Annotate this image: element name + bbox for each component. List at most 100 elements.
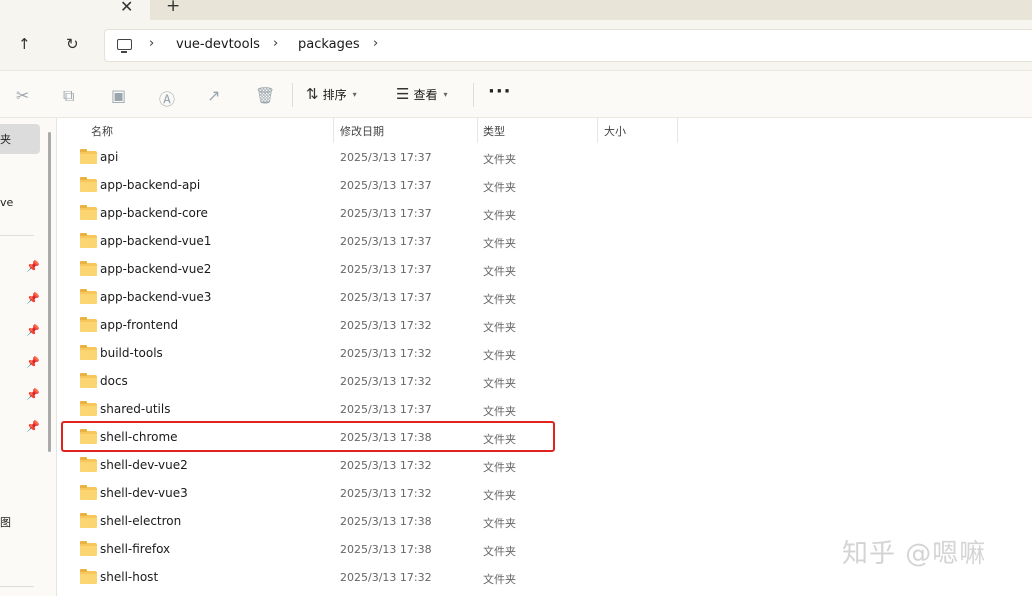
nav-item-label[interactable]: 图 [0, 514, 11, 530]
this-pc-icon[interactable] [117, 39, 132, 53]
column-divider[interactable] [677, 118, 678, 143]
nav-item-label: 夹 [0, 133, 11, 146]
table-row[interactable]: build-tools 2025/3/13 17:32 文件夹 [61, 339, 551, 367]
pin-icon[interactable]: 📌 [26, 292, 40, 305]
table-row[interactable]: shell-electron 2025/3/13 17:38 文件夹 [61, 507, 551, 535]
column-divider[interactable] [477, 118, 478, 143]
sort-ascending-icon: ⌃ [205, 118, 213, 123]
file-name: app-backend-vue2 [100, 262, 212, 276]
table-row[interactable]: shell-dev-vue2 2025/3/13 17:32 文件夹 [61, 451, 551, 479]
file-date: 2025/3/13 17:37 [340, 207, 432, 220]
file-date: 2025/3/13 17:32 [340, 459, 432, 472]
close-tab-icon[interactable]: ✕ [120, 0, 133, 16]
column-divider[interactable] [333, 118, 334, 143]
breadcrumb-vue-devtools[interactable]: vue-devtools [176, 37, 260, 52]
file-type: 文件夹 [483, 405, 516, 418]
file-name: shell-host [100, 570, 159, 584]
sort-label: 排序 [322, 87, 347, 102]
nav-item-selected[interactable]: 夹 [0, 124, 40, 154]
file-type: 文件夹 [483, 181, 516, 194]
chevron-right-icon[interactable]: › [373, 36, 378, 51]
file-date: 2025/3/13 17:32 [340, 487, 432, 500]
table-row[interactable]: app-backend-vue3 2025/3/13 17:37 文件夹 [61, 283, 551, 311]
view-label: 查看 [413, 87, 438, 102]
address-bar[interactable]: › vue-devtools › packages › [104, 29, 1032, 62]
file-type: 文件夹 [483, 377, 516, 390]
paste-icon[interactable]: ▣ [111, 86, 126, 105]
copy-icon[interactable]: ⧉ [63, 86, 74, 106]
column-header-size[interactable]: 大小 [604, 123, 626, 139]
column-header-name[interactable]: 名称 [91, 123, 113, 139]
folder-icon [80, 233, 97, 248]
file-type: 文件夹 [483, 209, 516, 222]
file-type: 文件夹 [483, 293, 516, 306]
table-row[interactable]: app-backend-vue2 2025/3/13 17:37 文件夹 [61, 255, 551, 283]
file-name: shell-electron [100, 514, 182, 528]
file-name: app-frontend [100, 318, 179, 332]
breadcrumb-packages[interactable]: packages [298, 37, 360, 52]
file-date: 2025/3/13 17:32 [340, 375, 432, 388]
file-type: 文件夹 [483, 573, 516, 586]
column-header-date[interactable]: 修改日期 [340, 123, 384, 139]
file-name: app-backend-vue3 [100, 290, 212, 304]
command-bar: ✂ ⧉ ▣ Ⓐ ↗ 🗑 ⇅ 排序 ▾ ☰ 查看 ▾ ··· [0, 70, 1032, 118]
folder-icon [80, 513, 97, 528]
table-row[interactable]: api 2025/3/13 17:37 文件夹 [61, 143, 551, 171]
active-tab[interactable]: ✕ [0, 0, 150, 20]
file-date: 2025/3/13 17:37 [340, 151, 432, 164]
navigation-pane: 夹 ve 📌 📌 📌 📌 📌 📌 图 [0, 118, 56, 596]
file-type: 文件夹 [483, 349, 516, 362]
file-name: docs [100, 374, 128, 388]
column-header-type[interactable]: 类型 [483, 123, 505, 139]
file-date: 2025/3/13 17:32 [340, 571, 432, 584]
sort-button[interactable]: ⇅ 排序 ▾ [306, 85, 357, 103]
refresh-icon[interactable]: ↻ [66, 35, 79, 53]
nav-item-label[interactable]: ve [0, 196, 13, 209]
pin-icon[interactable]: 📌 [26, 388, 40, 401]
share-icon[interactable]: ↗ [207, 86, 220, 105]
column-divider[interactable] [597, 118, 598, 143]
chevron-down-icon: ▾ [352, 89, 357, 99]
file-name: shell-dev-vue3 [100, 486, 188, 500]
cut-icon[interactable]: ✂ [16, 86, 29, 105]
sort-icon: ⇅ [306, 85, 319, 103]
file-name: shell-firefox [100, 542, 171, 556]
table-row[interactable]: app-frontend 2025/3/13 17:32 文件夹 [61, 311, 551, 339]
delete-icon[interactable]: 🗑 [255, 86, 275, 105]
pin-icon[interactable]: 📌 [26, 356, 40, 369]
rename-icon[interactable]: Ⓐ [159, 86, 175, 110]
table-row[interactable]: app-backend-vue1 2025/3/13 17:37 文件夹 [61, 227, 551, 255]
file-type: 文件夹 [483, 321, 516, 334]
chevron-down-icon: ▾ [443, 89, 448, 99]
view-button[interactable]: ☰ 查看 ▾ [396, 85, 447, 103]
table-row[interactable]: docs 2025/3/13 17:32 文件夹 [61, 367, 551, 395]
chevron-right-icon[interactable]: › [273, 36, 278, 51]
nav-scrollbar[interactable] [48, 132, 51, 452]
file-name: app-backend-vue1 [100, 234, 212, 248]
address-row: ↑ ↻ › vue-devtools › packages › [0, 20, 1032, 70]
folder-icon [80, 373, 97, 388]
table-row[interactable]: shell-dev-vue3 2025/3/13 17:32 文件夹 [61, 479, 551, 507]
folder-icon [80, 289, 97, 304]
table-row[interactable]: shell-firefox 2025/3/13 17:38 文件夹 [61, 535, 551, 563]
up-icon[interactable]: ↑ [18, 35, 31, 53]
table-row[interactable]: shell-host 2025/3/13 17:32 文件夹 [61, 563, 551, 591]
folder-icon [80, 457, 97, 472]
pin-icon[interactable]: 📌 [26, 420, 40, 433]
table-row[interactable]: shared-utils 2025/3/13 17:37 文件夹 [61, 395, 551, 423]
pin-icon[interactable]: 📌 [26, 260, 40, 273]
pin-icon[interactable]: 📌 [26, 324, 40, 337]
file-type: 文件夹 [483, 489, 516, 502]
column-header-row: ⌃ 名称 修改日期 类型 大小 [57, 118, 1032, 143]
table-row[interactable]: app-backend-core 2025/3/13 17:37 文件夹 [61, 199, 551, 227]
chevron-right-icon[interactable]: › [149, 36, 154, 51]
table-row[interactable]: app-backend-api 2025/3/13 17:37 文件夹 [61, 171, 551, 199]
file-list: ⌃ 名称 修改日期 类型 大小 api 2025/3/13 17:37 文件夹 … [57, 118, 1032, 596]
folder-icon [80, 401, 97, 416]
folder-icon [80, 485, 97, 500]
more-options-icon[interactable]: ··· [488, 81, 512, 102]
tab-strip: ✕ + [0, 0, 1032, 20]
file-date: 2025/3/13 17:38 [340, 515, 432, 528]
file-date: 2025/3/13 17:38 [340, 543, 432, 556]
new-tab-icon[interactable]: + [166, 0, 180, 16]
